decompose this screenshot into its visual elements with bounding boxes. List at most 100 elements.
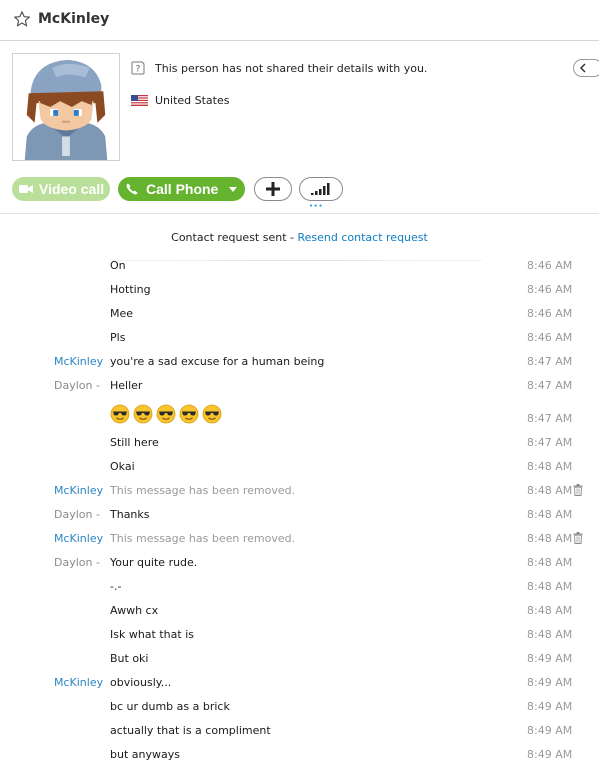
call-phone-button[interactable]: Call Phone (118, 177, 245, 201)
chevron-down-icon[interactable] (229, 187, 237, 192)
message-timestamp: 8:47 AM (527, 355, 573, 368)
sunglasses-emoji-icon (133, 404, 153, 424)
chevron-left-icon (579, 63, 586, 73)
message-row[interactable]: but anyways 8:49 AM (0, 748, 599, 763)
message-sender[interactable]: Daylon - (54, 508, 100, 521)
message-text: you're a sad excuse for a human being (110, 355, 325, 368)
message-timestamp: 8:48 AM (527, 628, 573, 641)
call-phone-label: Call Phone (146, 181, 219, 197)
video-call-label: Video call (39, 181, 105, 197)
message-row[interactable]: Mee 8:46 AM (0, 307, 599, 327)
message-timestamp: 8:49 AM (527, 700, 573, 713)
message-text: Okai (110, 460, 135, 473)
message-timestamp: 8:48 AM (527, 484, 573, 497)
plus-icon (266, 182, 280, 196)
resend-contact-request-link[interactable]: Resend contact request (298, 231, 428, 244)
message-sender[interactable]: McKinley (54, 532, 103, 545)
message-row[interactable]: But oki 8:49 AM (0, 652, 599, 672)
pixel-art-avatar (13, 54, 119, 160)
signal-icon (311, 183, 330, 195)
message-timestamp: 8:46 AM (527, 307, 573, 320)
message-timestamp: 8:46 AM (527, 259, 573, 272)
message-text: Thanks (110, 508, 150, 521)
message-timestamp: 8:48 AM (527, 604, 573, 617)
sunglasses-emoji-icon (156, 404, 176, 424)
message-row[interactable]: Okai 8:48 AM (0, 460, 599, 480)
trash-icon (573, 484, 583, 496)
message-text: Awwh cx (110, 604, 159, 617)
message-row[interactable]: McKinley This message has been removed. 8:… (0, 484, 599, 504)
message-row[interactable]: Awwh cx 8:48 AM (0, 604, 599, 624)
video-call-button[interactable]: Video call (12, 177, 110, 201)
message-text: Pls (110, 331, 126, 344)
message-text: Heller (110, 379, 143, 392)
message-timestamp: 8:47 AM (527, 412, 573, 425)
message-row[interactable]: actually that is a compliment 8:49 AM (0, 724, 599, 744)
message-row[interactable]: Daylon - Heller 8:47 AM (0, 379, 599, 399)
header-divider (0, 213, 599, 214)
message-timestamp: 8:49 AM (527, 676, 573, 689)
message-timestamp: 8:48 AM (527, 556, 573, 569)
phone-icon (126, 183, 138, 195)
sunglasses-emoji-icon (110, 404, 130, 424)
message-text: Your quite rude. (110, 556, 198, 569)
message-row[interactable]: On 8:46 AM (0, 259, 599, 279)
call-quality-button[interactable] (299, 177, 343, 201)
message-row[interactable]: McKinley you're a sad excuse for a human … (0, 355, 599, 375)
message-text: But oki (110, 652, 149, 665)
message-text: but anyways (110, 748, 180, 761)
message-text: bc ur dumb as a brick (110, 700, 230, 713)
add-participant-button[interactable] (254, 177, 292, 201)
message-row[interactable]: McKinley obviously... 8:49 AM (0, 676, 599, 696)
svg-text:?: ? (136, 65, 141, 75)
avatar[interactable] (12, 53, 120, 161)
message-sender[interactable]: Daylon - (54, 556, 100, 569)
more-options-icon[interactable]: ··· (309, 202, 323, 212)
message-timestamp: 8:49 AM (527, 724, 573, 737)
message-timestamp: 8:48 AM (527, 532, 573, 545)
removed-message-text: This message has been removed. (110, 484, 296, 497)
message-sender[interactable]: McKinley (54, 484, 103, 497)
collapse-panel-button[interactable] (573, 59, 599, 77)
message-timestamp: 8:47 AM (527, 379, 573, 392)
message-timestamp: 8:48 AM (527, 460, 573, 473)
message-text: On (110, 259, 126, 272)
contact-request-notice: Contact request sent - Resend contact re… (0, 231, 599, 244)
sunglasses-emoji-icon (202, 404, 222, 424)
message-sender[interactable]: McKinley (54, 355, 103, 368)
message-row[interactable]: Hotting 8:46 AM (0, 283, 599, 303)
message-row[interactable]: Daylon - Your quite rude. 8:48 AM (0, 556, 599, 576)
emoji-group (110, 404, 222, 424)
message-row[interactable]: McKinley This message has been removed. 8:… (0, 532, 599, 552)
contact-request-text: Contact request sent - (171, 231, 298, 244)
message-sender[interactable]: Daylon - (54, 379, 100, 392)
message-row[interactable]: Pls 8:46 AM (0, 331, 599, 351)
call-actions: Video call Call Phone (0, 176, 599, 204)
message-text: Hotting (110, 283, 151, 296)
message-row[interactable]: Isk what that is 8:48 AM (0, 628, 599, 648)
question-icon: ? (131, 61, 145, 75)
removed-message-text: This message has been removed. (110, 532, 296, 545)
message-text: Still here (110, 436, 159, 449)
message-sender[interactable]: McKinley (54, 676, 103, 689)
star-icon[interactable] (13, 10, 31, 28)
contact-name: McKinley (38, 11, 110, 27)
video-camera-icon (19, 185, 33, 193)
message-timestamp: 8:48 AM (527, 580, 573, 593)
message-text: Mee (110, 307, 134, 320)
message-timestamp: 8:47 AM (527, 436, 573, 449)
message-row[interactable]: bc ur dumb as a brick 8:49 AM (0, 700, 599, 720)
message-timestamp: 8:49 AM (527, 652, 573, 665)
location-row: United States (131, 94, 230, 107)
message-row[interactable]: Still here 8:47 AM (0, 436, 599, 456)
details-notice: This person has not shared their details… (155, 61, 428, 75)
message-text: -.- (110, 580, 122, 593)
message-row[interactable]: Daylon - Thanks 8:48 AM (0, 508, 599, 528)
conversation-header: McKinley (0, 0, 599, 41)
message-text: Isk what that is (110, 628, 194, 641)
message-timestamp: 8:49 AM (527, 748, 573, 761)
details-notice-row: ? This person has not shared their detai… (131, 61, 427, 75)
message-row[interactable]: 8:47 AM (0, 404, 599, 432)
message-row[interactable]: -.- 8:48 AM (0, 580, 599, 600)
message-timestamp: 8:46 AM (527, 331, 573, 344)
